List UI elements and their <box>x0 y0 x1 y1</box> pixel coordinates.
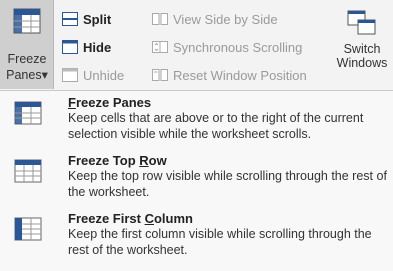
view-side-by-side-button[interactable]: View Side by Side <box>152 9 278 29</box>
menu-item-title: Freeze Panes <box>68 95 152 110</box>
switch-windows-label-line2: Windows <box>336 56 388 70</box>
hide-window-icon <box>62 40 78 54</box>
switch-windows-icon <box>347 10 376 35</box>
reset-window-position-icon <box>152 69 168 81</box>
synchronous-scrolling-icon <box>152 41 168 53</box>
chevron-down-icon: ▾ <box>41 68 48 82</box>
view-side-by-side-icon <box>152 13 168 25</box>
freeze-first-column-icon <box>14 217 42 241</box>
freeze-panes-icon <box>14 101 42 125</box>
menu-item-title: Freeze Top Row <box>68 153 167 168</box>
view-side-by-side-label: View Side by Side <box>173 11 278 27</box>
switch-windows-label-line1: Switch <box>343 42 381 56</box>
hide-button[interactable]: Hide <box>62 37 111 57</box>
freeze-panes-icon <box>13 8 41 34</box>
view-ribbon-window-group: Freeze Panes▾ Split Hide Unhide View Sid <box>0 0 393 90</box>
menu-item-freeze-top-row[interactable]: Freeze Top Row Keep the top row visible … <box>0 153 393 211</box>
menu-item-freeze-panes[interactable]: Freeze Panes Keep cells that are above o… <box>0 95 393 153</box>
hide-label: Hide <box>83 39 112 55</box>
freeze-panes-label-line2: Panes▾ <box>6 68 48 82</box>
menu-item-description: Keep cells that are above or to the righ… <box>68 111 364 141</box>
unhide-window-icon <box>62 68 78 82</box>
synchronous-scrolling-label: Synchronous Scrolling <box>173 39 303 55</box>
switch-windows-button[interactable]: Switch Windows <box>331 10 393 70</box>
split-label: Split <box>83 11 112 27</box>
freeze-panes-menu: Freeze Panes Keep cells that are above o… <box>0 90 393 271</box>
unhide-label: Unhide <box>83 67 125 83</box>
unhide-button[interactable]: Unhide <box>62 65 124 85</box>
menu-item-title: Freeze First Column <box>68 211 193 226</box>
split-button[interactable]: Split <box>62 9 111 29</box>
freeze-top-row-icon <box>14 159 42 183</box>
split-icon <box>62 12 78 26</box>
menu-item-freeze-first-column[interactable]: Freeze First Column Keep the first colum… <box>0 211 393 269</box>
freeze-panes-button[interactable]: Freeze Panes▾ <box>0 0 54 89</box>
freeze-panes-label-line1: Freeze <box>7 52 47 66</box>
menu-item-description: Keep the first column visible while scro… <box>68 227 372 257</box>
reset-window-position-label: Reset Window Position <box>173 67 307 83</box>
menu-item-description: Keep the top row visible while scrolling… <box>68 169 387 199</box>
synchronous-scrolling-button[interactable]: Synchronous Scrolling <box>152 37 302 57</box>
reset-window-position-button[interactable]: Reset Window Position <box>152 65 307 85</box>
